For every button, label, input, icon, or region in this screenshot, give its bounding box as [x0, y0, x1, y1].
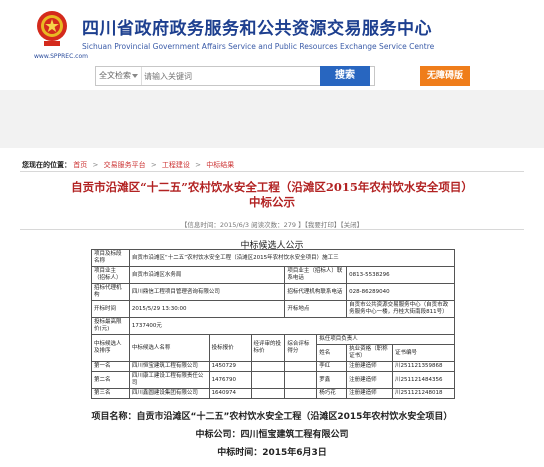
breadcrumb-bid-results[interactable]: 中标结果	[206, 161, 234, 169]
caption-project-name: 项目名称：自贡市沿滩区“十二五”农村饮水安全工程（沿滩区2015年农村饮水安全项…	[91, 412, 453, 422]
table-cell: 自贡市公共资源交易服务中心（自贡市政务服务中心一楼，丹桂大街南段811号）	[346, 300, 455, 318]
table-header-cell: 综合评标得分	[284, 334, 318, 362]
search-button[interactable]: 搜索	[320, 66, 370, 86]
table-cell	[250, 388, 286, 399]
site-domain: www.SPPREC.com	[34, 53, 88, 60]
table-cell: 李红	[316, 361, 348, 372]
table-cell: 开标时间	[91, 300, 130, 318]
table-row: 开标时间 2015/5/29 13:30:00 开标地点 自贡市公共资源交易服务…	[91, 300, 455, 318]
search-scope-label: 全文检索	[99, 71, 131, 80]
table-cell: 四川恒宝建筑工程有限公司	[128, 361, 210, 372]
table-cell: 第二名	[91, 371, 130, 389]
caption-winning-company: 中标公司：四川恒宝建筑工程有限公司	[195, 430, 349, 440]
table-row: 项目业主（招标人） 自贡市沿滩区水务局 项目业主（招标人）联系电话 0813-5…	[91, 266, 455, 284]
breadcrumb-separator: >	[92, 161, 99, 169]
table-header-cell: 投标报价	[208, 334, 252, 362]
divider	[20, 171, 524, 172]
table-cell	[284, 371, 318, 389]
table-cell: 招标代理机构	[91, 283, 130, 301]
breadcrumb-separator: >	[150, 161, 157, 169]
accessibility-mode-button[interactable]: 无障碍版	[420, 66, 470, 86]
site-title: 四川省政府政务服务和公共资源交易服务中心	[82, 19, 432, 39]
table-row: 投标最高限价(元) 1737400元	[91, 317, 456, 335]
table-header-row: 中标候选人及排序 中标候选人名称 投标报价 经评审的投标价 综合评标得分 拟任项…	[91, 334, 455, 362]
table-cell: 四川康工建设工程有限责任公司	[128, 371, 210, 389]
table-cell: 1640974	[208, 388, 252, 399]
navigation-banner	[0, 90, 544, 148]
table-cell: 四川鑫圆建设集团有限公司	[128, 388, 210, 399]
table-cell: 自贡市沿滩区“十二五”农村饮水安全工程（沿滩区2015年农村饮水安全项目）施工三	[128, 249, 456, 267]
table-header-cell: 经评审的投标价	[250, 334, 286, 362]
breadcrumb-home[interactable]: 首页	[73, 161, 87, 169]
caption: 项目名称：自贡市沿滩区“十二五”农村饮水安全工程（沿滩区2015年农村饮水安全项…	[0, 408, 544, 462]
table-cell: 投标最高限价(元)	[91, 317, 130, 335]
table-cell	[250, 371, 286, 389]
table-cell: 项目及标段名称	[91, 249, 130, 267]
breadcrumb-trading-platform[interactable]: 交易服务平台	[104, 161, 146, 169]
table-cell: 1476790	[208, 371, 252, 389]
table-row: 第二名 四川康工建设工程有限责任公司 1476790 罗鑫 注册建造师 川251…	[91, 371, 455, 389]
table-cell: 028-86289040	[346, 283, 455, 301]
candidate-notice-table: 项目及标段名称 自贡市沿滩区“十二五”农村饮水安全工程（沿滩区2015年农村饮水…	[91, 249, 456, 399]
site-subtitle: Sichuan Provincial Government Affairs Se…	[82, 42, 435, 51]
table-cell: 四川鼎信工程项目管理咨询有限公司	[128, 283, 286, 301]
caption-award-date: 中标时间：2015年6月3日	[217, 448, 327, 458]
table-row: 项目及标段名称 自贡市沿滩区“十二五”农村饮水安全工程（沿滩区2015年农村饮水…	[91, 249, 456, 267]
table-cell: 1450729	[208, 361, 252, 372]
table-row: 第一名 四川恒宝建筑工程有限公司 1450729 李红 注册建造师 川25112…	[91, 361, 455, 372]
table-cell	[250, 361, 286, 372]
national-emblem-icon	[37, 11, 67, 46]
table-row: 第三名 四川鑫圆建设集团有限公司 1640974 杨巧花 注册建造师 川2511…	[91, 388, 455, 399]
table-cell: 2015/5/29 13:30:00	[128, 300, 286, 318]
breadcrumb: 您现在的位置： 首页 > 交易服务平台 > 工程建设 > 中标结果	[22, 160, 234, 170]
table-row: 招标代理机构 四川鼎信工程项目管理咨询有限公司 招标代理机构联系电话 028-8…	[91, 283, 455, 301]
article-meta: 【信息时间：2015/6/3 阅读次数：279 】【我要打印】【关闭】	[180, 221, 364, 229]
table-cell: 1737400元	[128, 317, 456, 335]
table-header-cell: 中标候选人及排序	[91, 334, 130, 362]
screenshot: 四川省政府政务服务和公共资源交易服务中心 Sichuan Provincial …	[0, 0, 544, 404]
site-header: 四川省政府政务服务和公共资源交易服务中心 Sichuan Provincial …	[0, 0, 544, 62]
table-cell: 第一名	[91, 361, 130, 372]
breadcrumb-engineering[interactable]: 工程建设	[162, 161, 190, 169]
table-cell: 注册建造师	[346, 371, 394, 389]
table-cell	[284, 361, 318, 372]
table-header-cell: 拟任项目负责人	[316, 334, 455, 345]
table-cell: 0813-5538296	[346, 266, 455, 284]
search-scope-select[interactable]: 全文检索	[96, 67, 142, 85]
table-cell: 招标代理机构联系电话	[284, 283, 348, 301]
table-cell: 川251121484356	[392, 371, 455, 389]
table-cell: 注册建造师	[346, 388, 394, 399]
table-cell: 注册建造师	[346, 361, 394, 372]
article-title: 自贡市沿滩区“十二五”农村饮水安全工程（沿滩区2015年农村饮水安全项目） 中标…	[10, 180, 534, 210]
divider	[20, 229, 524, 230]
table-header-cell: 中标候选人名称	[128, 334, 210, 362]
article-title-line2: 中标公示	[249, 195, 295, 209]
article-title-line1: 自贡市沿滩区“十二五”农村饮水安全工程（沿滩区2015年农村饮水安全项目）	[71, 180, 473, 194]
table-cell: 川251121359868	[392, 361, 455, 372]
chevron-down-icon	[132, 74, 138, 78]
table-cell: 项目业主（招标人）联系电话	[284, 266, 348, 284]
breadcrumb-separator: >	[195, 161, 202, 169]
table-cell: 第三名	[91, 388, 130, 399]
table-cell	[284, 388, 318, 399]
table-header-cell: 执业资格（职称证书）	[346, 344, 394, 362]
table-cell: 川251121248018	[392, 388, 455, 399]
breadcrumb-label: 您现在的位置：	[22, 161, 71, 169]
table-cell: 项目业主（招标人）	[91, 266, 130, 284]
table-cell: 罗鑫	[316, 371, 348, 389]
table-cell: 开标地点	[284, 300, 348, 318]
table-header-cell: 姓名	[316, 344, 348, 362]
table-cell: 杨巧花	[316, 388, 348, 399]
table-cell: 自贡市沿滩区水务局	[128, 266, 286, 284]
table-header-cell: 证书编号	[392, 344, 455, 362]
